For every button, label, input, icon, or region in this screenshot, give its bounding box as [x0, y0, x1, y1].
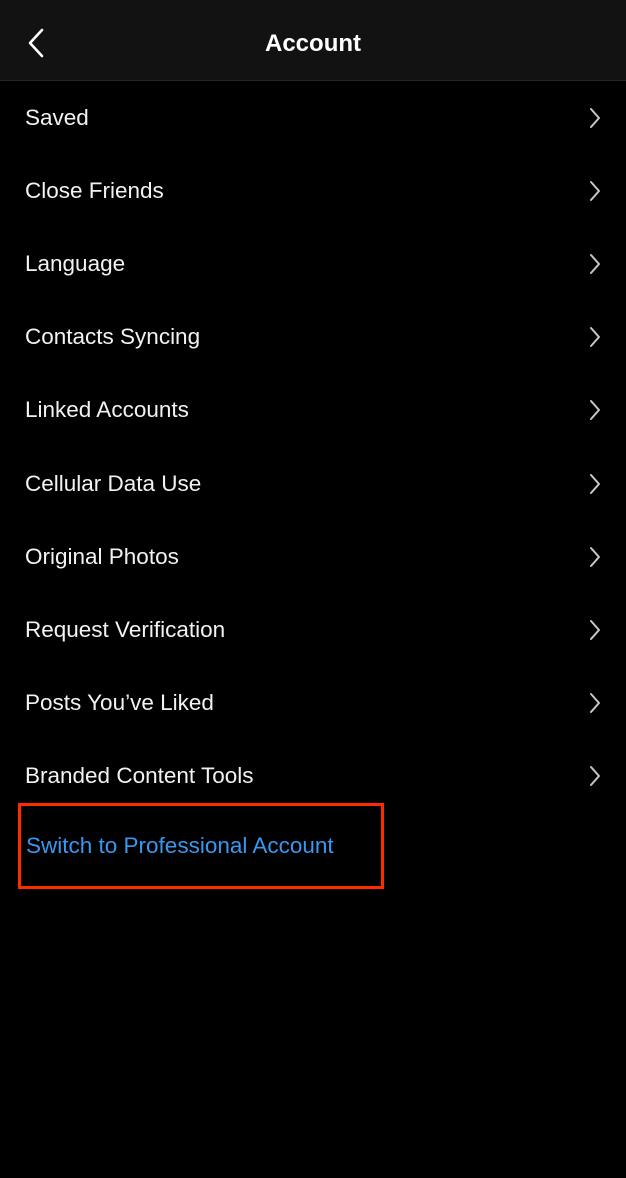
menu-item-label: Close Friends [25, 177, 164, 203]
menu-item-original-photos[interactable]: Original Photos [0, 520, 626, 593]
menu-item-linked-accounts[interactable]: Linked Accounts [0, 374, 626, 447]
menu-item-branded-content-tools[interactable]: Branded Content Tools [0, 740, 626, 813]
menu-item-posts-youve-liked[interactable]: Posts You’ve Liked [0, 667, 626, 740]
chevron-right-icon [590, 693, 600, 714]
menu-item-label: Contacts Syncing [25, 324, 201, 350]
menu-item-label: Saved [25, 104, 89, 130]
menu-item-label: Branded Content Tools [25, 763, 254, 789]
chevron-right-icon [590, 327, 600, 348]
chevron-right-icon [590, 180, 600, 201]
chevron-right-icon [590, 546, 600, 567]
chevron-right-icon [590, 619, 600, 640]
menu-item-saved[interactable]: Saved [0, 81, 626, 154]
menu-item-cellular-data-use[interactable]: Cellular Data Use [0, 447, 626, 520]
navigation-header: Account [0, 0, 626, 81]
chevron-right-icon [590, 766, 600, 787]
menu-item-request-verification[interactable]: Request Verification [0, 593, 626, 666]
chevron-right-icon [590, 400, 600, 421]
menu-item-label: Language [25, 250, 126, 276]
chevron-right-icon [590, 473, 600, 494]
switch-to-professional-account-label: Switch to Professional Account [26, 833, 334, 858]
menu-item-contacts-syncing[interactable]: Contacts Syncing [0, 301, 626, 374]
menu-item-label: Request Verification [25, 616, 226, 642]
menu-item-close-friends[interactable]: Close Friends [0, 154, 626, 227]
menu-item-label: Posts You’ve Liked [25, 690, 214, 716]
menu-item-label: Linked Accounts [25, 397, 189, 423]
menu-item-label: Cellular Data Use [25, 470, 202, 496]
menu-item-language[interactable]: Language [0, 227, 626, 300]
chevron-right-icon [590, 107, 600, 128]
menu-item-label: Original Photos [25, 543, 179, 569]
switch-to-professional-account-button[interactable]: Switch to Professional Account [18, 803, 384, 889]
chevron-right-icon [590, 253, 600, 274]
account-menu-list: Saved Close Friends Language Contacts Sy… [0, 81, 626, 813]
page-title: Account [265, 30, 361, 57]
